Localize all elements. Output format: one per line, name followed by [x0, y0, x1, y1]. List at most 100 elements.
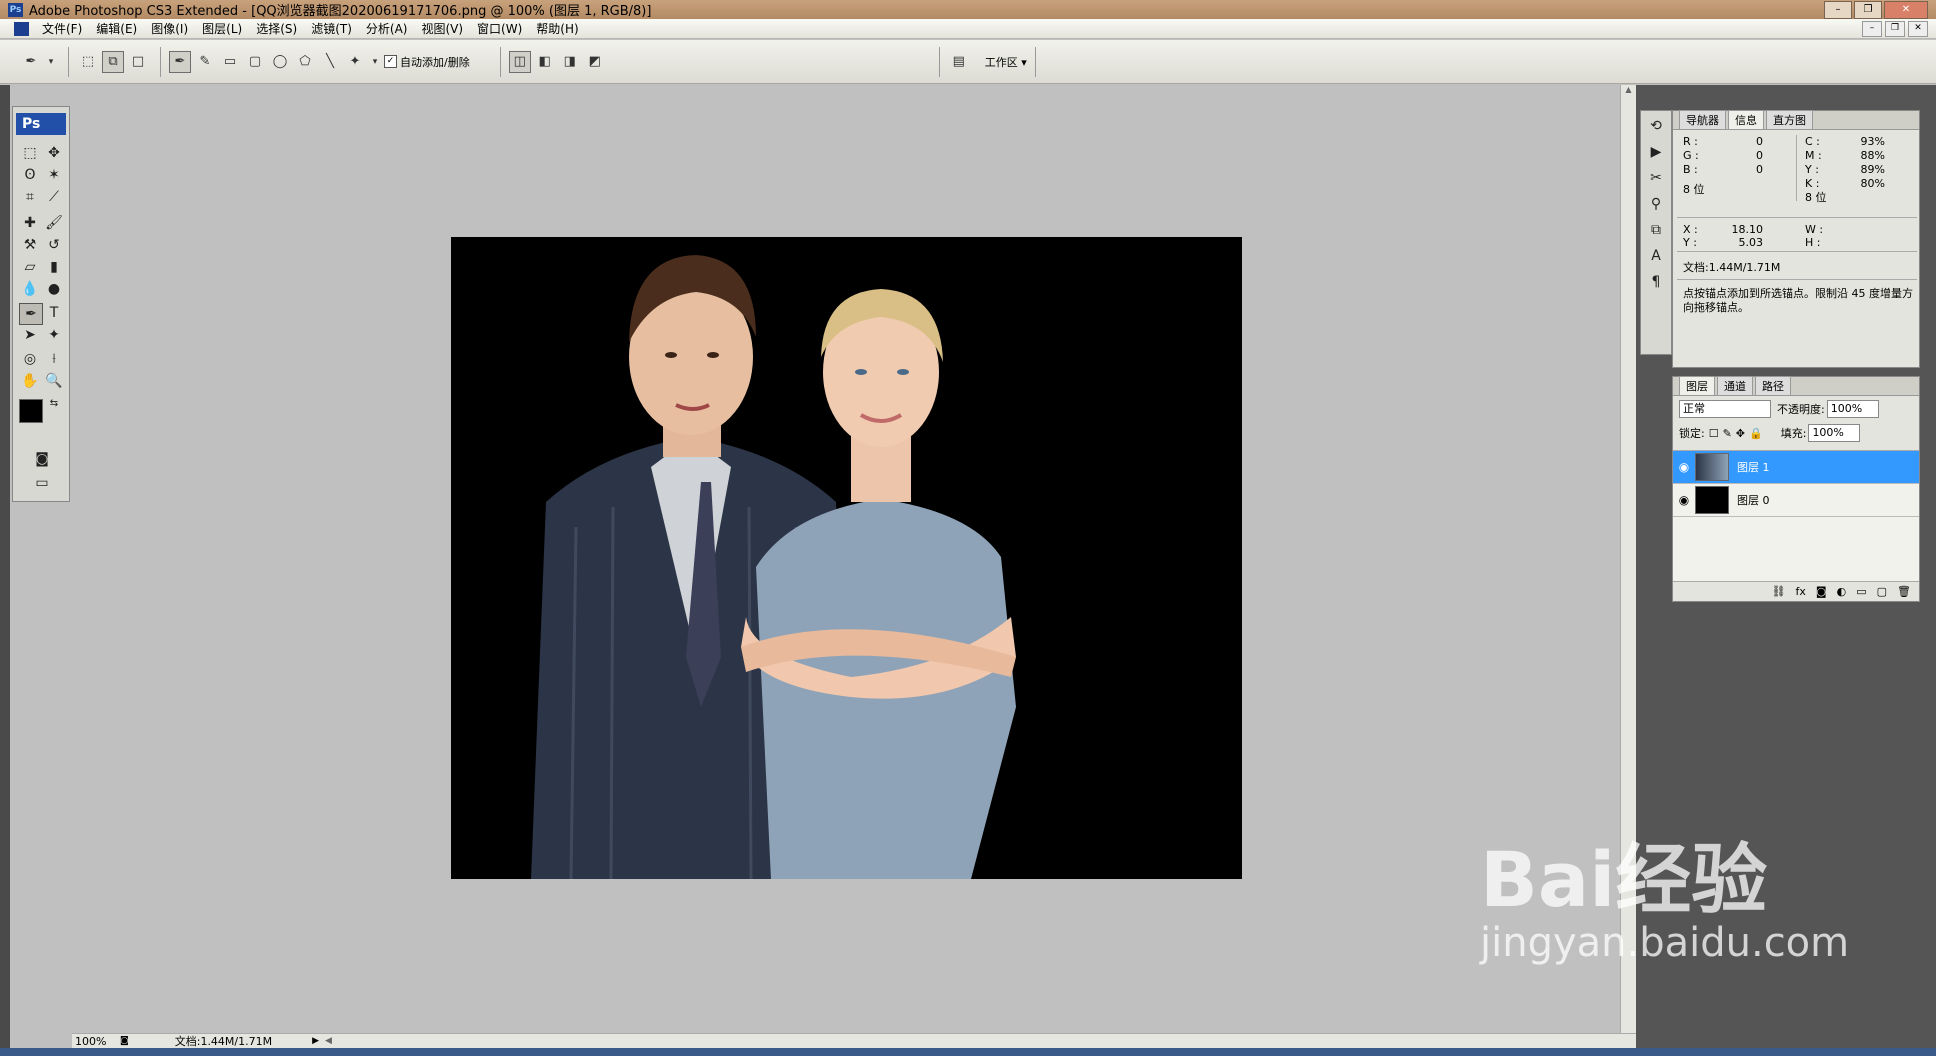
blend-mode-select[interactable]: 正常 — [1679, 400, 1771, 418]
zoom-level[interactable]: 100% — [72, 1034, 114, 1048]
brush-tool-icon[interactable]: 🖌 — [43, 213, 65, 233]
close-button[interactable]: ✕ — [1884, 1, 1928, 19]
tab-info[interactable]: 信息 — [1728, 110, 1764, 129]
lasso-tool-icon[interactable]: ʘ — [19, 165, 41, 185]
tab-navigator[interactable]: 导航器 — [1679, 110, 1726, 129]
fill-pixels-icon[interactable]: □ — [127, 51, 149, 73]
tab-histogram[interactable]: 直方图 — [1766, 110, 1813, 129]
blur-tool-icon[interactable]: 💧 — [19, 279, 41, 299]
menu-window[interactable]: 窗口(W) — [470, 19, 529, 39]
tab-layers[interactable]: 图层 — [1679, 376, 1715, 395]
eyedropper-tool-icon[interactable]: ⟊ — [43, 349, 65, 369]
pen-tool-preset-icon[interactable]: ✒ — [20, 51, 42, 73]
path-subtract-icon[interactable]: ◧ — [534, 51, 556, 73]
scroll-up-icon[interactable]: ▲ — [1621, 85, 1636, 94]
rectangle-icon[interactable]: ▭ — [219, 51, 241, 73]
status-menu-arrow-icon[interactable]: ▶ — [312, 1036, 319, 1046]
swap-colors-icon[interactable]: ⇆ — [47, 397, 61, 411]
paths-mode-icon[interactable]: ⧉ — [102, 50, 124, 73]
line-icon[interactable]: ╲ — [319, 51, 341, 73]
custom-shape-tool-icon[interactable]: ✦ — [43, 325, 65, 345]
hand-tool-icon[interactable]: ✋ — [19, 371, 41, 391]
menu-filter[interactable]: 滤镜(T) — [304, 19, 359, 39]
screen-mode-icon[interactable]: ▭ — [27, 473, 57, 493]
menu-layer[interactable]: 图层(L) — [195, 19, 249, 39]
path-selection-tool-icon[interactable]: ➤ — [19, 325, 41, 345]
path-exclude-icon[interactable]: ◩ — [584, 51, 606, 73]
workspace-button[interactable]: 工作区 ▾ — [985, 54, 1027, 70]
path-intersect-icon[interactable]: ◨ — [559, 51, 581, 73]
shape-layers-icon[interactable]: ⬚ — [77, 51, 99, 73]
path-add-icon[interactable]: ◫ — [508, 50, 531, 73]
delete-layer-icon[interactable]: 🗑 — [1897, 585, 1911, 598]
palette-well-icon[interactable]: ▤ — [948, 51, 970, 73]
tool-presets-icon[interactable]: ✂ — [1644, 167, 1668, 189]
visibility-eye-icon[interactable]: ◉ — [1673, 493, 1695, 507]
auto-add-delete-checkbox[interactable]: ✓ — [384, 55, 397, 68]
layer-0-name[interactable]: 图层 0 — [1737, 492, 1770, 508]
tab-paths[interactable]: 路径 — [1755, 376, 1791, 395]
polygon-icon[interactable]: ⬠ — [294, 51, 316, 73]
history-panel-icon[interactable]: ⟲ — [1644, 115, 1668, 137]
rounded-rectangle-icon[interactable]: ▢ — [244, 51, 266, 73]
quick-mask-icon[interactable]: ◙ — [31, 449, 53, 469]
zoom-tool-icon[interactable]: 🔍 — [43, 371, 65, 391]
history-brush-tool-icon[interactable]: ↺ — [43, 235, 65, 255]
menu-select[interactable]: 选择(S) — [249, 19, 304, 39]
opacity-field[interactable]: 100% — [1826, 400, 1879, 418]
magic-wand-tool-icon[interactable]: ✶ — [43, 165, 65, 185]
slice-tool-icon[interactable]: ⟋ — [43, 187, 65, 207]
new-group-icon[interactable]: ▭ — [1856, 585, 1866, 598]
pen-tool-icon[interactable]: ✒ — [19, 303, 43, 325]
doc-restore-button[interactable]: ❐ — [1885, 21, 1905, 37]
geometry-options-icon[interactable]: ▾ — [369, 51, 381, 73]
custom-shape-icon[interactable]: ✦ — [344, 51, 366, 73]
doc-minimize-button[interactable]: – — [1862, 21, 1882, 37]
layer-comps-icon[interactable]: ⧉ — [1644, 219, 1668, 241]
crop-tool-icon[interactable]: ⌗ — [19, 187, 41, 207]
tab-channels[interactable]: 通道 — [1717, 376, 1753, 395]
dodge-tool-icon[interactable]: ● — [43, 279, 65, 299]
restore-button[interactable]: ❐ — [1854, 1, 1882, 19]
adjustment-layer-icon[interactable]: ◐ — [1837, 585, 1847, 598]
ellipse-icon[interactable]: ◯ — [269, 51, 291, 73]
layer-row-0[interactable]: ◉ 图层 0 — [1673, 484, 1919, 517]
menu-edit[interactable]: 编辑(E) — [89, 19, 144, 39]
clone-source-icon[interactable]: ⚲ — [1644, 193, 1668, 215]
status-info-icon[interactable]: ◙ — [120, 1036, 129, 1046]
menu-file[interactable]: 文件(F) — [35, 19, 89, 39]
hscroll-left-icon[interactable]: ◀ — [325, 1036, 332, 1046]
character-panel-icon[interactable]: A — [1644, 245, 1668, 267]
type-tool-icon[interactable]: T — [43, 303, 65, 323]
preset-dropdown-icon[interactable]: ▾ — [45, 51, 57, 73]
actions-panel-icon[interactable]: ▶ — [1644, 141, 1668, 163]
document-icon[interactable] — [14, 21, 29, 36]
layer-mask-icon[interactable]: ◙ — [1816, 585, 1827, 598]
pen-icon[interactable]: ✒ — [169, 50, 191, 73]
paragraph-panel-icon[interactable]: ¶ — [1644, 271, 1668, 293]
3d-tool-icon[interactable]: ◎ — [19, 349, 41, 369]
freeform-pen-icon[interactable]: ✎ — [194, 51, 216, 73]
eraser-tool-icon[interactable]: ▱ — [19, 257, 41, 277]
clone-stamp-tool-icon[interactable]: ⚒ — [19, 235, 41, 255]
menu-view[interactable]: 视图(V) — [414, 19, 470, 39]
link-layers-icon[interactable]: ⛓ — [1772, 585, 1786, 598]
layer-1-name[interactable]: 图层 1 — [1737, 459, 1770, 475]
menu-analysis[interactable]: 分析(A) — [359, 19, 415, 39]
healing-brush-tool-icon[interactable]: ✚ — [19, 213, 41, 233]
gradient-tool-icon[interactable]: ▮ — [43, 257, 65, 277]
lock-options-icon[interactable]: ☐✎✥🔒 — [1709, 427, 1767, 440]
document-canvas[interactable] — [451, 237, 1242, 879]
marquee-tool-icon[interactable]: ⬚ — [19, 143, 41, 163]
doc-close-button[interactable]: ✕ — [1908, 21, 1928, 37]
layer-row-1[interactable]: ◉ 图层 1 — [1673, 451, 1919, 484]
fill-field[interactable]: 100% — [1808, 424, 1861, 442]
move-tool-icon[interactable]: ✥ — [43, 143, 65, 163]
minimize-button[interactable]: – — [1824, 1, 1852, 19]
menu-image[interactable]: 图像(I) — [144, 19, 195, 39]
menu-help[interactable]: 帮助(H) — [529, 19, 585, 39]
visibility-eye-icon[interactable]: ◉ — [1673, 460, 1695, 474]
layer-style-icon[interactable]: fx — [1796, 585, 1806, 598]
new-layer-icon[interactable]: ▢ — [1877, 585, 1887, 598]
foreground-color-swatch[interactable] — [19, 399, 43, 423]
